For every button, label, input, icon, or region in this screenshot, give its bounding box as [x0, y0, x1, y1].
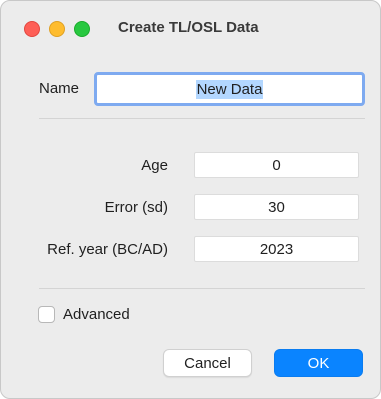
age-field[interactable]: 0	[194, 152, 359, 178]
minimize-window-button[interactable]	[49, 21, 65, 37]
window-title: Create TL/OSL Data	[118, 19, 259, 36]
ref-year-label: Ref. year (BC/AD)	[47, 241, 168, 258]
title-bar[interactable]: Create TL/OSL Data	[1, 1, 380, 53]
cancel-button[interactable]: Cancel	[163, 349, 252, 377]
maximize-window-button[interactable]	[74, 21, 90, 37]
close-window-button[interactable]	[24, 21, 40, 37]
error-label: Error (sd)	[104, 199, 168, 216]
ref-year-field[interactable]: 2023	[194, 236, 359, 262]
name-field[interactable]: New Data	[94, 72, 365, 106]
name-field-value: New Data	[195, 79, 264, 99]
top-divider	[39, 118, 365, 119]
age-label: Age	[141, 157, 168, 174]
name-label: Name	[39, 80, 80, 97]
advanced-checkbox[interactable]	[38, 306, 55, 323]
ok-button[interactable]: OK	[274, 349, 363, 377]
bottom-divider	[39, 288, 365, 289]
error-field[interactable]: 30	[194, 194, 359, 220]
dialog-window: Create TL/OSL Data Name New Data Age 0 E…	[0, 0, 381, 399]
advanced-label[interactable]: Advanced	[63, 306, 130, 323]
